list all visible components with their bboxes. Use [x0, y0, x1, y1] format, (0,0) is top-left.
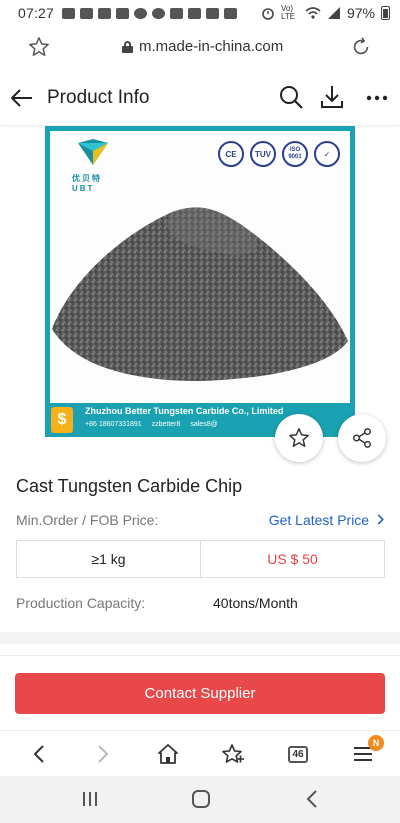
- company-skype: zzbetter8: [151, 421, 181, 428]
- wifi-icon: [305, 7, 321, 19]
- company-logo-cn: 优贝特: [72, 174, 102, 183]
- paypal-icon: [134, 7, 148, 19]
- min-order-cell: ≥1 kg: [91, 551, 126, 567]
- section-divider-line: [0, 655, 400, 656]
- browser-bookmarks-button[interactable]: [220, 741, 246, 767]
- get-latest-price-link[interactable]: Get Latest Price: [269, 512, 384, 528]
- notification-badge: N: [368, 735, 384, 751]
- alarm-icon: [262, 8, 274, 20]
- browser-tabs-button[interactable]: 46: [285, 741, 311, 767]
- lock-icon: [122, 40, 133, 53]
- download-status-icon: [206, 7, 220, 19]
- tabs-count: 46: [288, 745, 308, 763]
- url-field[interactable]: m.made-in-china.com: [122, 38, 283, 55]
- company-email: sales8@: [190, 421, 218, 428]
- product-title: Cast Tungsten Carbide Chip: [16, 476, 243, 496]
- chevron-right-icon: [377, 514, 384, 525]
- message-icon: [62, 7, 76, 19]
- image-icon: [224, 7, 238, 19]
- share-icon: [353, 428, 371, 448]
- bookmark-star-icon: [222, 744, 244, 763]
- fob-price-cell: US $ 50: [200, 541, 384, 577]
- app-icon: [152, 7, 166, 19]
- back-chevron-icon: [33, 745, 44, 763]
- company-name: Zhuzhou Better Tungsten Carbide Co., Lim…: [85, 406, 284, 416]
- company-contact: +86 18607331891 zzbetter8 sales8@: [85, 421, 226, 428]
- company-phone: +86 18607331891: [85, 421, 142, 428]
- iso-cert-badge: ISO 9001: [282, 141, 308, 167]
- home-icon: [158, 744, 178, 764]
- back-arrow-icon[interactable]: [8, 84, 36, 112]
- status-time: 07:27: [18, 5, 55, 21]
- app-header: Product Info: [0, 70, 400, 126]
- url-text: m.made-in-china.com: [139, 38, 284, 55]
- ce-cert-badge: CE: [218, 141, 244, 167]
- browser-home-button[interactable]: [155, 741, 181, 767]
- dollar-tag-icon: $: [51, 407, 73, 433]
- forward-chevron-icon: [98, 745, 109, 763]
- browser-bottom-nav: 46 N: [0, 730, 400, 776]
- check-cert-badge: ✓: [314, 141, 340, 167]
- page-title: Product Info: [47, 87, 150, 108]
- reload-icon[interactable]: [350, 36, 372, 58]
- home-button-icon[interactable]: [190, 788, 212, 810]
- signal-icon: [327, 7, 340, 19]
- battery-icon: [381, 6, 390, 20]
- chat-icon: [80, 7, 94, 19]
- capacity-row: Production Capacity: 40tons/Month: [16, 595, 384, 611]
- system-back-icon[interactable]: [301, 788, 323, 810]
- battery-percent: 97%: [346, 5, 375, 21]
- notification-icons: [62, 7, 238, 19]
- search-icon[interactable]: [278, 84, 304, 110]
- share-button[interactable]: [338, 414, 386, 462]
- download-icon[interactable]: [319, 83, 345, 111]
- star-icon: [289, 428, 309, 447]
- ebay-icon: [116, 7, 130, 19]
- bag-icon: [188, 7, 202, 19]
- status-right: Vo) LTE 97%: [261, 5, 390, 21]
- network-label: Vo) LTE: [280, 4, 296, 21]
- price-label: Min.Order / FOB Price:: [16, 512, 159, 528]
- carbide-powder-image: [52, 207, 348, 381]
- status-bar: 07:27 Vo) LTE 97%: [0, 0, 400, 26]
- recent-apps-icon[interactable]: [79, 788, 101, 810]
- certification-badges: CE TUV ISO 9001 ✓: [218, 141, 340, 167]
- contact-supplier-button[interactable]: Contact Supplier: [15, 673, 385, 714]
- more-icon[interactable]: [364, 86, 390, 110]
- capacity-label: Production Capacity:: [16, 595, 146, 611]
- price-table: ≥1 kg US $ 50: [16, 540, 385, 578]
- shop-icon: [170, 7, 184, 19]
- bookmark-star-icon[interactable]: [28, 36, 50, 58]
- system-navigation-bar: [0, 776, 400, 823]
- url-bar: m.made-in-china.com: [0, 26, 400, 70]
- section-divider: [0, 632, 400, 644]
- product-image[interactable]: 优贝特 UBT CE TUV ISO 9001 ✓ $ Zhuzhou Bett…: [45, 126, 355, 437]
- browser-forward-button[interactable]: [90, 741, 116, 767]
- mail-icon: [98, 7, 112, 19]
- get-latest-price-label: Get Latest Price: [268, 512, 370, 528]
- browser-menu-button[interactable]: N: [350, 735, 384, 767]
- tuv-cert-badge: TUV: [250, 141, 276, 167]
- browser-back-button[interactable]: [26, 741, 52, 767]
- favorite-button[interactable]: [275, 414, 323, 462]
- capacity-value: 40tons/Month: [213, 595, 298, 611]
- company-logo-text: 优贝特 UBT: [72, 173, 102, 193]
- price-row: Min.Order / FOB Price: Get Latest Price: [16, 512, 384, 528]
- product-image-canvas: 优贝特 UBT CE TUV ISO 9001 ✓: [50, 131, 350, 432]
